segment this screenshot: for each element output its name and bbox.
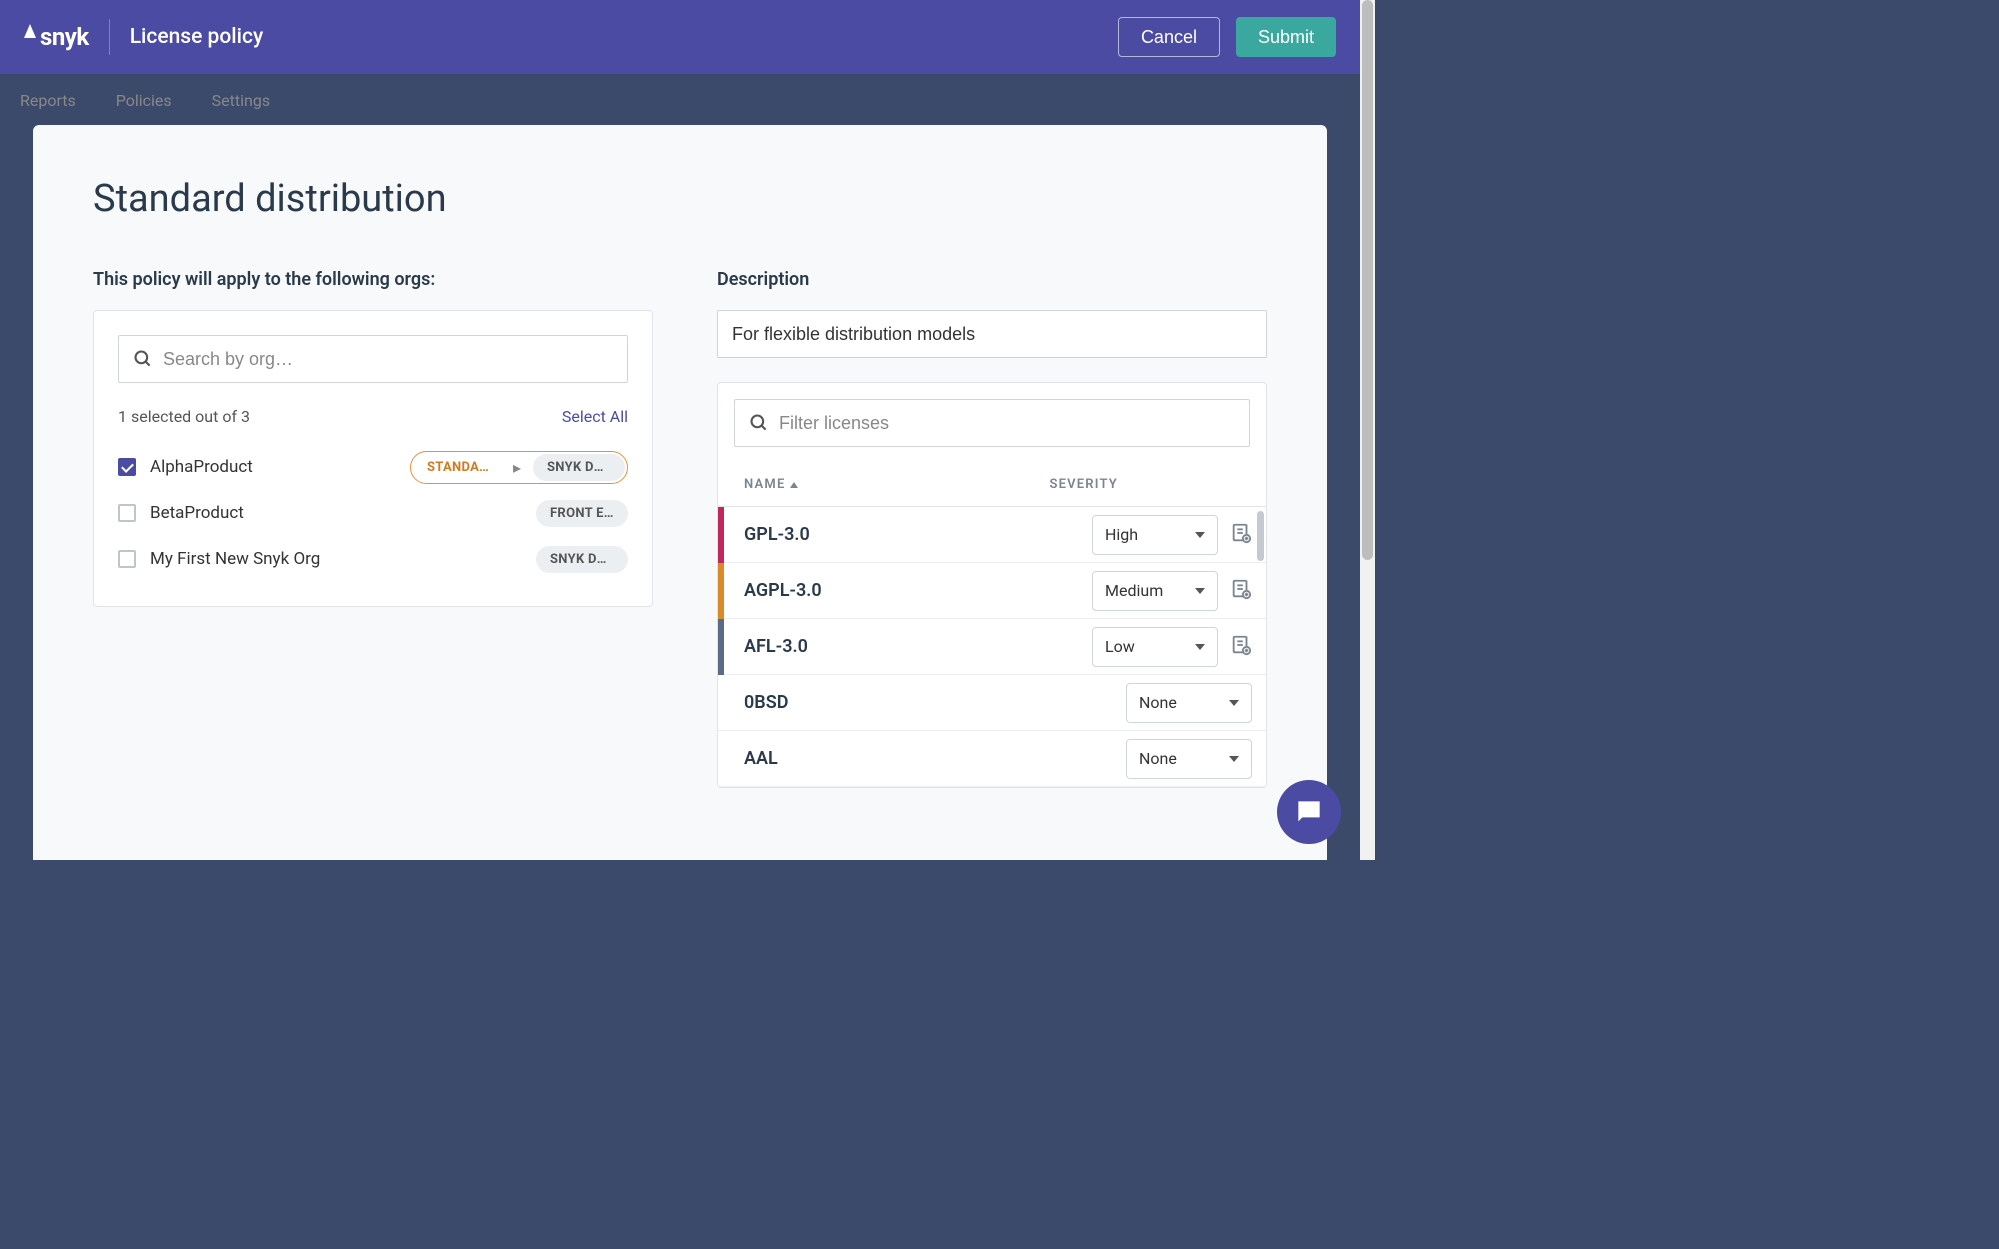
org-checkbox[interactable] (118, 550, 136, 568)
chevron-down-icon (1229, 700, 1239, 706)
chat-widget-button[interactable] (1277, 780, 1341, 844)
org-search-input[interactable] (163, 349, 613, 370)
column-severity-header[interactable]: SEVERITY (1049, 477, 1118, 492)
org-selected-count: 1 selected out of 3 (118, 407, 250, 426)
org-checkbox[interactable] (118, 458, 136, 476)
chevron-down-icon (1195, 588, 1205, 594)
license-scrollbar-thumb[interactable] (1257, 511, 1264, 561)
license-panel: NAME SEVERITY GPL-3.0 High (717, 382, 1267, 788)
license-row-aal: AAL None (718, 731, 1266, 787)
license-name: AFL-3.0 (744, 636, 1092, 657)
background-nav: Reports Policies Settings (0, 74, 1360, 126)
license-row-afl3: AFL-3.0 Low (718, 619, 1266, 675)
logo: snyk (24, 23, 89, 51)
header-title: License policy (130, 25, 264, 49)
org-name: My First New Snyk Org (150, 549, 536, 569)
license-table-body: GPL-3.0 High AGPL-3.0 (718, 507, 1266, 787)
chevron-down-icon (1195, 532, 1205, 538)
add-note-icon[interactable] (1230, 522, 1252, 548)
org-search-wrap[interactable] (118, 335, 628, 383)
org-tag-primary: STANDAR… (413, 454, 505, 481)
description-input[interactable] (717, 310, 1267, 358)
severity-select[interactable]: Low (1092, 627, 1218, 667)
org-tag-secondary: SNYK DEF… (533, 454, 625, 481)
cancel-button[interactable]: Cancel (1118, 17, 1220, 57)
policy-modal: Standard distribution This policy will a… (33, 125, 1327, 860)
chevron-right-icon: ▸ (513, 458, 521, 477)
org-row-betaproduct[interactable]: BetaProduct FRONT EN… (118, 490, 628, 536)
severity-select[interactable]: High (1092, 515, 1218, 555)
license-name: 0BSD (744, 692, 1126, 713)
nav-settings[interactable]: Settings (212, 91, 270, 110)
description-label: Description (717, 269, 1267, 290)
license-row-0bsd: 0BSD None (718, 675, 1266, 731)
org-panel: 1 selected out of 3 Select All AlphaProd… (93, 310, 653, 607)
column-name-header[interactable]: NAME (744, 477, 798, 492)
severity-indicator (718, 507, 724, 563)
nav-reports[interactable]: Reports (20, 91, 76, 110)
severity-indicator (718, 619, 724, 675)
severity-indicator (718, 731, 724, 787)
add-note-icon[interactable] (1230, 578, 1252, 604)
severity-indicator (718, 675, 724, 731)
org-row-alphaproduct[interactable]: AlphaProduct STANDAR… ▸ SNYK DEF… (118, 444, 628, 490)
license-name: GPL-3.0 (744, 524, 1092, 545)
page-title: Standard distribution (93, 177, 1267, 221)
search-icon (133, 349, 153, 369)
sort-ascending-icon (790, 482, 798, 488)
org-name: AlphaProduct (150, 457, 410, 477)
severity-indicator (718, 563, 724, 619)
license-table-header: NAME SEVERITY (718, 463, 1266, 507)
org-row-myfirst[interactable]: My First New Snyk Org SNYK DEF… (118, 536, 628, 582)
license-name: AGPL-3.0 (744, 580, 1092, 601)
select-all-link[interactable]: Select All (562, 407, 628, 426)
orgs-section-label: This policy will apply to the following … (93, 269, 653, 290)
license-row-gpl3: GPL-3.0 High (718, 507, 1266, 563)
org-tags: STANDAR… ▸ SNYK DEF… (410, 451, 628, 484)
license-filter-input[interactable] (779, 413, 1235, 434)
severity-select[interactable]: None (1126, 739, 1252, 779)
chat-icon (1293, 796, 1325, 828)
org-checkbox[interactable] (118, 504, 136, 522)
top-bar: snyk License policy Cancel Submit (0, 0, 1360, 74)
org-name: BetaProduct (150, 503, 536, 523)
org-tag-secondary: SNYK DEF… (536, 546, 628, 573)
page-scrollbar-thumb[interactable] (1362, 0, 1373, 560)
severity-select[interactable]: Medium (1092, 571, 1218, 611)
severity-select[interactable]: None (1126, 683, 1252, 723)
page-scrollbar-track[interactable] (1360, 0, 1375, 860)
chevron-down-icon (1195, 644, 1205, 650)
org-tag-secondary: FRONT EN… (536, 500, 628, 527)
divider (109, 19, 110, 55)
search-icon (749, 413, 769, 433)
nav-policies[interactable]: Policies (116, 91, 172, 110)
add-note-icon[interactable] (1230, 634, 1252, 660)
chevron-down-icon (1229, 756, 1239, 762)
license-name: AAL (744, 748, 1126, 769)
submit-button[interactable]: Submit (1236, 17, 1336, 57)
license-row-agpl3: AGPL-3.0 Medium (718, 563, 1266, 619)
license-filter-wrap[interactable] (734, 399, 1250, 447)
